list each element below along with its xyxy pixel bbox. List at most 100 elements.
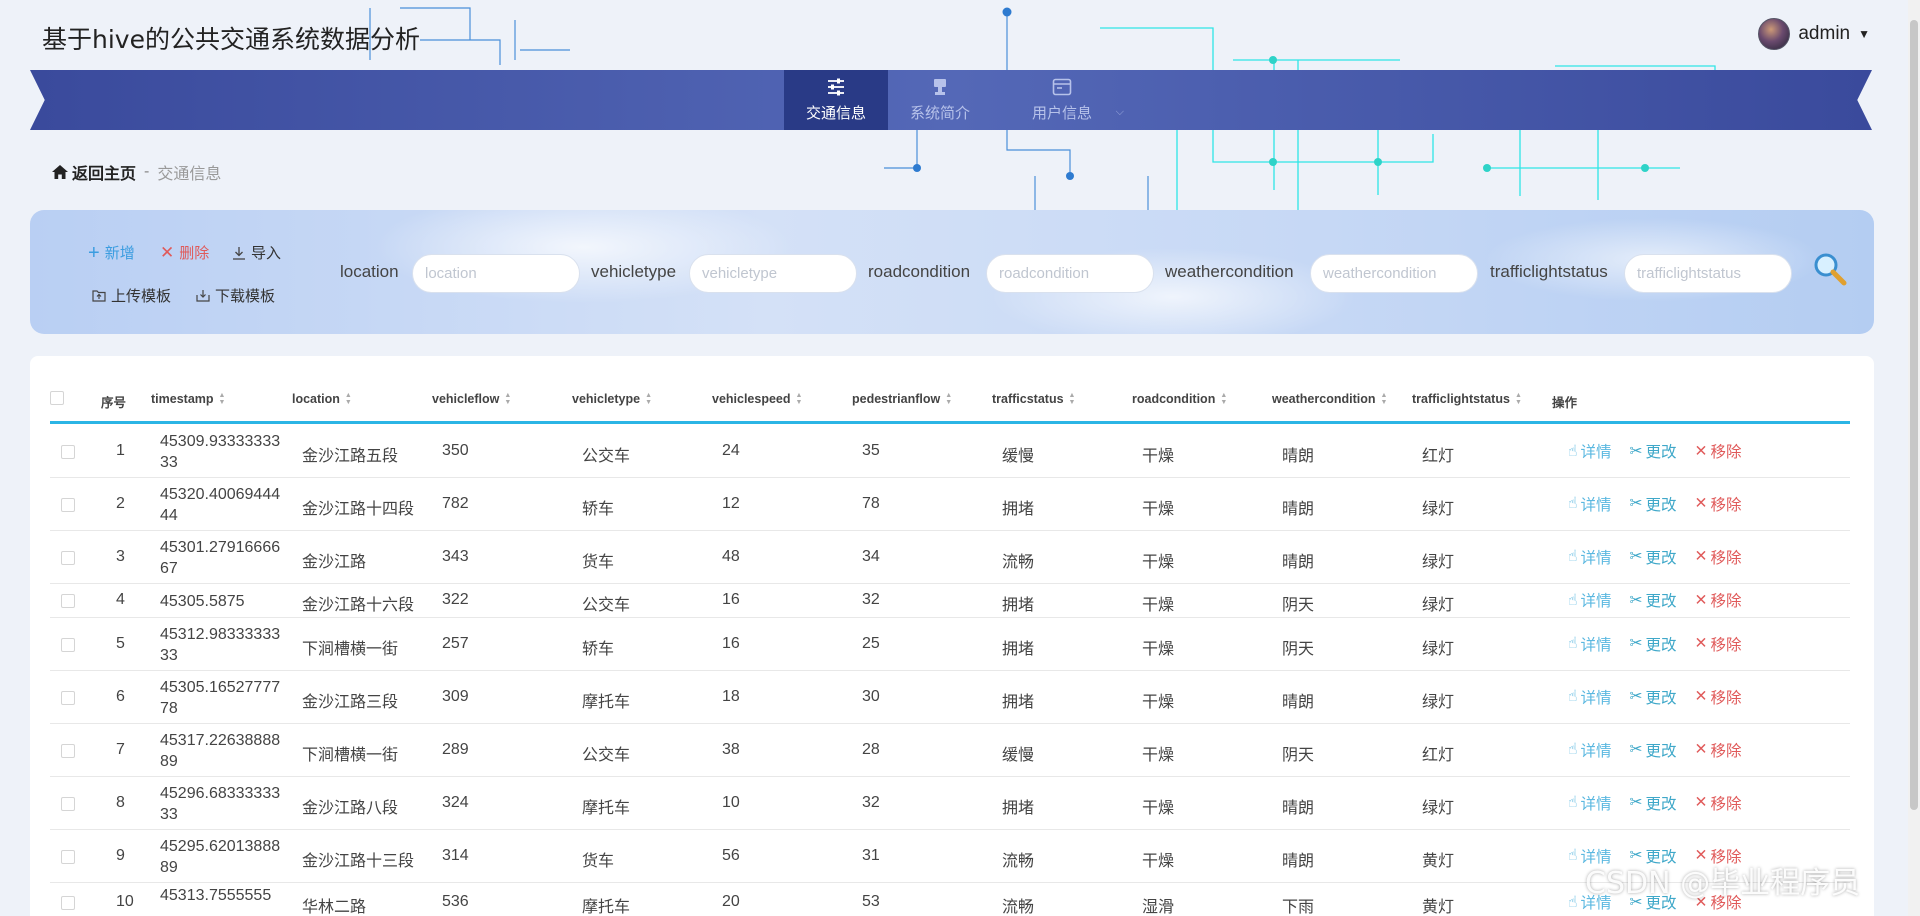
cell-vehiclespeed: 10: [722, 793, 740, 811]
add-button-label: 新增: [104, 245, 135, 262]
cell-trafficstatus: 流畅: [1002, 899, 1035, 916]
sort-icon[interactable]: ▲ ▼: [645, 392, 652, 406]
nav-item-system-intro[interactable]: 系统简介: [888, 70, 992, 130]
search-button[interactable]: [1810, 250, 1850, 290]
breadcrumb-home-link[interactable]: 返回主页: [52, 160, 136, 184]
scrollbar-thumb[interactable]: [1910, 20, 1918, 810]
cell-weathercondition: 晴朗: [1282, 553, 1315, 571]
row-actions: ☝ 详情 ✂ 更改 ✕ 移除: [1568, 792, 1742, 814]
detail-button[interactable]: ☝ 详情: [1568, 493, 1611, 515]
cell-vehiclespeed: 20: [722, 893, 740, 910]
remove-button[interactable]: ✕ 移除: [1694, 546, 1741, 568]
header-vehicletype[interactable]: vehicletype ▲ ▼: [572, 392, 652, 406]
detail-button[interactable]: ☝ 详情: [1568, 589, 1611, 611]
header-location[interactable]: location ▲ ▼: [292, 392, 352, 406]
header-trafficlightstatus[interactable]: trafficlightstatus ▲ ▼: [1412, 392, 1522, 406]
wrench-icon: ✂: [1629, 495, 1643, 512]
sort-icon[interactable]: ▲ ▼: [1515, 392, 1522, 406]
row-checkbox[interactable]: [61, 690, 75, 705]
row-checkbox[interactable]: [61, 896, 75, 910]
sort-icon[interactable]: ▲ ▼: [219, 392, 226, 406]
download-template-button[interactable]: 下载模板: [196, 285, 275, 306]
upload-template-button[interactable]: 上传模板: [92, 285, 171, 306]
edit-button[interactable]: ✂ 更改: [1629, 440, 1676, 462]
sort-icon[interactable]: ▲ ▼: [796, 392, 803, 406]
wrench-icon: ✂: [1629, 591, 1643, 609]
header-pedestrianflow[interactable]: pedestrianflow ▲ ▼: [852, 392, 952, 406]
row-checkbox[interactable]: [61, 637, 75, 652]
detail-button[interactable]: ☝ 详情: [1568, 739, 1611, 761]
cell-pedestrianflow: 34: [862, 547, 880, 565]
chevron-down-icon[interactable]: ⌵: [1116, 106, 1124, 119]
header-trafficstatus[interactable]: trafficstatus ▲ ▼: [992, 392, 1075, 406]
location-search-input[interactable]: [412, 254, 580, 293]
header-roadcondition[interactable]: roadcondition ▲ ▼: [1132, 392, 1227, 406]
remove-button[interactable]: ✕ 移除: [1694, 589, 1741, 611]
sort-icon[interactable]: ▲ ▼: [345, 392, 352, 406]
trafficlightstatus-search-input[interactable]: [1624, 254, 1792, 293]
remove-button[interactable]: ✕ 移除: [1694, 633, 1741, 655]
breadcrumb-current: 交通信息: [157, 166, 222, 183]
sort-icon[interactable]: ▲ ▼: [1069, 392, 1076, 406]
cell-trafficlightstatus: 绿灯: [1422, 553, 1455, 571]
detail-button[interactable]: ☝ 详情: [1568, 686, 1611, 708]
detail-button[interactable]: ☝ 详情: [1568, 792, 1611, 814]
row-checkbox[interactable]: [61, 849, 75, 864]
watermark: CSDN @毕业程序员: [1585, 866, 1861, 901]
edit-button[interactable]: ✂ 更改: [1629, 739, 1676, 761]
username[interactable]: admin: [1798, 23, 1850, 45]
edit-label: 更改: [1645, 636, 1677, 654]
header-weathercondition[interactable]: weathercondition ▲ ▼: [1272, 392, 1387, 406]
cell-trafficlightstatus: 红灯: [1422, 746, 1455, 764]
edit-button[interactable]: ✂ 更改: [1629, 792, 1676, 814]
remove-button[interactable]: ✕ 移除: [1694, 686, 1741, 708]
add-button[interactable]: + 新增: [88, 242, 135, 263]
detail-button[interactable]: ☝ 详情: [1568, 633, 1611, 655]
pointer-hand-icon: ☝: [1568, 548, 1578, 565]
edit-button[interactable]: ✂ 更改: [1629, 589, 1676, 611]
sort-icon[interactable]: ▲ ▼: [1220, 392, 1227, 406]
sort-icon[interactable]: ▲ ▼: [504, 392, 511, 406]
user-menu[interactable]: admin ▼: [1758, 18, 1870, 50]
row-checkbox[interactable]: [61, 445, 75, 459]
avatar[interactable]: [1758, 18, 1791, 50]
delete-button[interactable]: ✕ 删除: [160, 242, 209, 263]
roadcondition-search-input[interactable]: [986, 254, 1154, 293]
detail-button[interactable]: ☝ 详情: [1568, 546, 1611, 568]
edit-button[interactable]: ✂ 更改: [1629, 493, 1676, 515]
caret-down-icon[interactable]: ▼: [1858, 27, 1870, 41]
header-timestamp[interactable]: timestamp ▲ ▼: [151, 392, 225, 406]
remove-button[interactable]: ✕ 移除: [1694, 440, 1741, 462]
vehicletype-search-input[interactable]: [689, 254, 857, 293]
remove-button[interactable]: ✕ 移除: [1694, 739, 1741, 761]
detail-button[interactable]: ☝ 详情: [1568, 440, 1611, 462]
nav-item-user-info[interactable]: 用户信息 ⌵: [992, 70, 1132, 130]
sort-icon[interactable]: ▲ ▼: [945, 392, 952, 406]
search-label-vehicletype: vehicletype: [591, 262, 677, 281]
table-row: 1 45309.9333333333 金沙江路五段 350 公交车 24 35 缓慢 干燥 晴朗 红…: [50, 426, 1850, 478]
sort-icon[interactable]: ▲ ▼: [1380, 392, 1387, 406]
table-row: 9 45295.6201388889 金沙江路十三段 314 货车 56 31 流畅 干燥 晴朗 黄…: [50, 830, 1850, 883]
import-button[interactable]: 导入: [232, 242, 281, 263]
header-vehiclespeed[interactable]: vehiclespeed ▲ ▼: [712, 392, 802, 406]
edit-button[interactable]: ✂ 更改: [1629, 546, 1676, 568]
pointer-hand-icon: ☝: [1568, 495, 1578, 512]
header-vehicleflow[interactable]: vehicleflow ▲ ▼: [432, 392, 511, 406]
cell-pedestrianflow: 53: [862, 893, 880, 910]
edit-button[interactable]: ✂ 更改: [1629, 633, 1676, 655]
header-index: 序号: [101, 396, 127, 410]
row-checkbox[interactable]: [61, 550, 75, 565]
row-checkbox[interactable]: [61, 497, 75, 512]
remove-button[interactable]: ✕ 移除: [1694, 493, 1741, 515]
select-all-checkbox[interactable]: [50, 391, 64, 405]
row-checkbox[interactable]: [61, 796, 75, 811]
edit-button[interactable]: ✂ 更改: [1629, 686, 1676, 708]
close-icon: ✕: [1694, 688, 1708, 705]
weathercondition-search-input[interactable]: [1310, 254, 1478, 293]
nav-item-traffic-info[interactable]: 交通信息: [784, 70, 888, 130]
row-checkbox[interactable]: [61, 743, 75, 758]
row-checkbox[interactable]: [61, 594, 75, 608]
remove-label: 移除: [1710, 689, 1742, 707]
remove-button[interactable]: ✕ 移除: [1694, 792, 1741, 814]
cell-roadcondition: 干燥: [1142, 448, 1175, 465]
